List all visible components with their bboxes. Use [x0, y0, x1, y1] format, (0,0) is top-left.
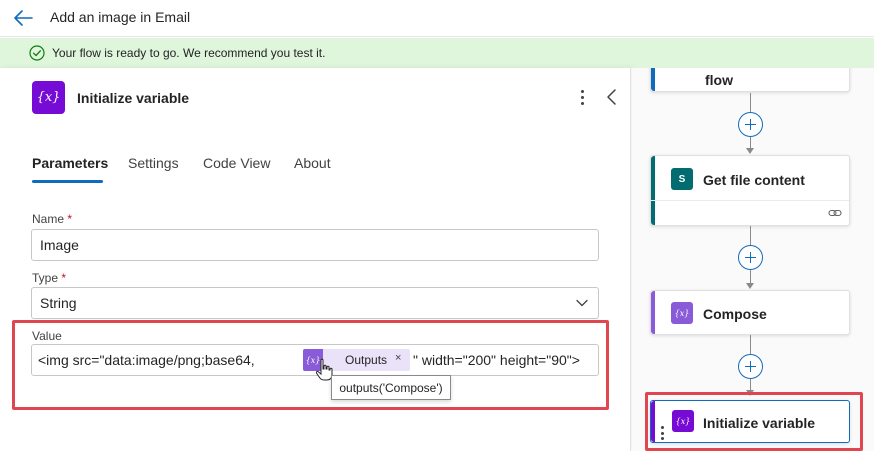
type-value: String — [40, 295, 77, 311]
name-input[interactable]: Image — [31, 229, 599, 261]
drag-handle-icon[interactable] — [661, 426, 664, 440]
variable-icon: {x} — [672, 410, 694, 432]
checkmark-circle-icon — [29, 45, 45, 61]
connector-line — [750, 270, 751, 284]
flow-node-trigger[interactable]: flow — [650, 68, 850, 92]
token-remove-icon[interactable]: × — [395, 352, 401, 364]
tab-code-view[interactable]: Code View — [203, 155, 270, 171]
chevron-left-icon[interactable] — [605, 88, 619, 106]
node-title: Get file content — [703, 172, 805, 188]
active-tab-indicator — [32, 180, 103, 183]
tab-settings[interactable]: Settings — [128, 155, 179, 171]
node-title: Initialize variable — [703, 415, 816, 431]
node-title: flow — [705, 72, 733, 88]
flow-node-get-file-content[interactable]: S Get file content — [650, 155, 850, 226]
connector-line — [750, 335, 751, 354]
type-label: Type * — [32, 271, 67, 285]
banner-message: Your flow is ready to go. We recommend y… — [52, 46, 326, 60]
chevron-down-icon — [576, 299, 588, 307]
sharepoint-icon: S — [671, 168, 693, 190]
tab-parameters[interactable]: Parameters — [32, 155, 108, 171]
success-banner: Your flow is ready to go. We recommend y… — [0, 38, 874, 68]
name-label: Name * — [32, 212, 73, 226]
connector-arrow — [746, 148, 754, 154]
name-value: Image — [40, 237, 79, 253]
top-bar: Add an image in Email — [0, 0, 874, 37]
insert-step-button[interactable] — [738, 112, 763, 137]
flow-node-compose[interactable]: {x} Compose — [650, 290, 850, 335]
variable-icon: {x} — [32, 81, 65, 114]
flow-node-initialize-variable[interactable]: {x} Initialize variable — [650, 400, 850, 443]
node-accent-bar — [651, 68, 655, 91]
compose-icon: {x} — [671, 302, 693, 324]
connector-arrow — [746, 390, 754, 396]
node-accent-bar — [651, 401, 655, 442]
insert-step-button[interactable] — [738, 354, 763, 379]
arrow-left-icon[interactable] — [12, 8, 34, 28]
more-options-icon[interactable] — [576, 86, 588, 108]
card-divider — [651, 200, 849, 201]
connector-arrow — [746, 283, 754, 289]
value-suffix-text: " width="200" height="90"> — [413, 352, 580, 368]
action-details-panel: {x} Initialize variable Parameters Setti… — [0, 68, 631, 451]
type-select[interactable]: String — [31, 287, 599, 319]
page-title: Add an image in Email — [50, 9, 191, 25]
token-tooltip: outputs('Compose') — [331, 375, 451, 400]
tab-about[interactable]: About — [294, 155, 331, 171]
token-label: Outputs — [345, 353, 388, 367]
insert-step-button[interactable] — [738, 245, 763, 270]
node-accent-bar — [651, 156, 655, 225]
value-label: Value — [32, 329, 62, 343]
value-prefix-text: <img src="data:image/png;base64, — [38, 352, 255, 368]
action-title[interactable]: Initialize variable — [77, 90, 189, 106]
node-title: Compose — [703, 306, 767, 322]
node-accent-bar — [651, 291, 655, 334]
link-icon — [828, 209, 842, 217]
flow-canvas: flow S Get file content {x} Compose {x} … — [632, 68, 874, 451]
